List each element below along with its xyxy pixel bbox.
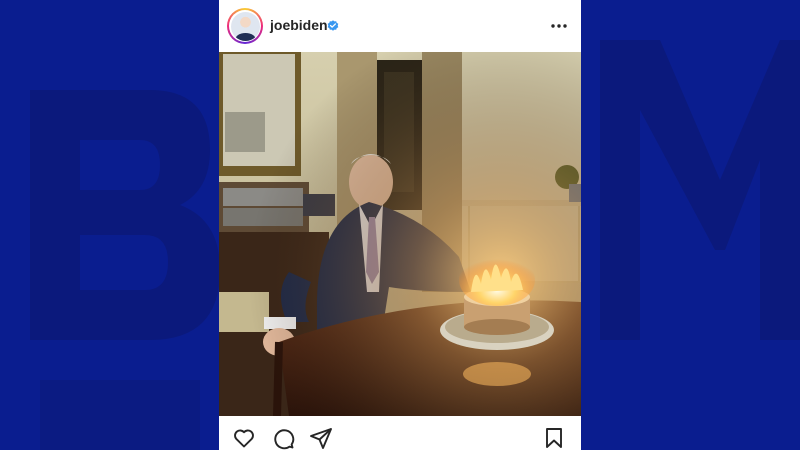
verified-badge-icon — [327, 20, 339, 31]
post-actions — [219, 416, 581, 450]
avatar[interactable] — [227, 8, 263, 44]
post-header: joebiden — [219, 0, 581, 52]
comment-icon[interactable] — [271, 426, 295, 450]
instagram-post: joebiden — [219, 0, 581, 450]
more-options-icon[interactable] — [549, 16, 569, 36]
send-icon[interactable] — [309, 426, 333, 450]
username[interactable]: joebiden — [270, 17, 328, 33]
post-photo[interactable] — [219, 52, 581, 416]
bookmark-icon[interactable] — [542, 426, 566, 450]
heart-icon[interactable] — [232, 426, 256, 450]
profile-avatar-icon — [230, 11, 260, 41]
birthday-cake-photo — [219, 52, 581, 416]
